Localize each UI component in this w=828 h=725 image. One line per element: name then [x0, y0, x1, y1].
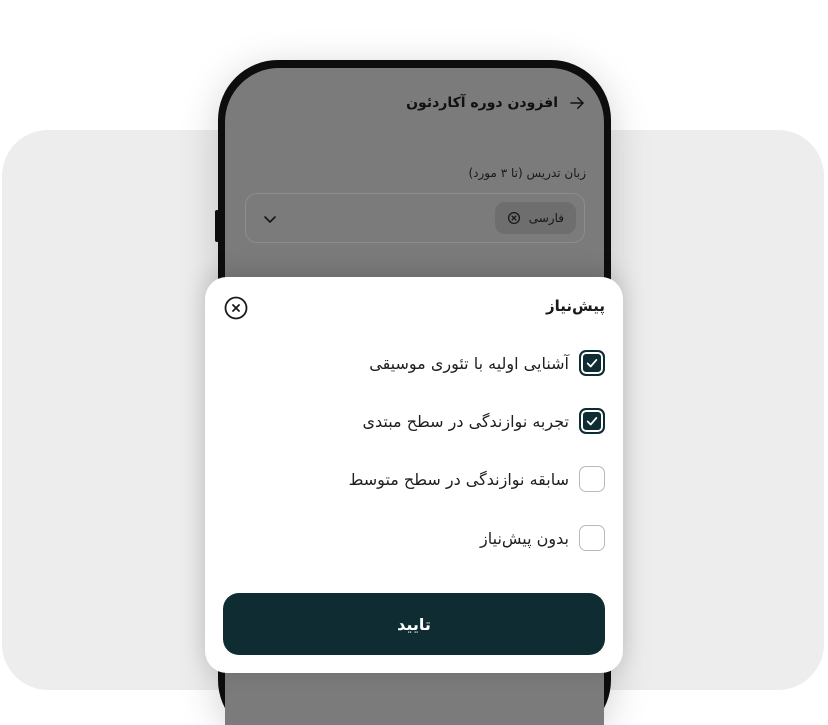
checkbox[interactable]: [579, 466, 605, 492]
stage: افزودن دوره آکاردئون زبان تدریس (تا ۳ مو…: [0, 0, 828, 725]
option-label: بدون پیش‌نیاز: [480, 528, 569, 548]
prerequisite-option[interactable]: سابقه نوازندگی در سطح متوسط: [349, 465, 605, 493]
prerequisite-option[interactable]: تجربه نوازندگی در سطح مبتدی: [362, 407, 605, 435]
sheet-title: پیش‌نیاز: [546, 297, 605, 315]
circle-close-icon: [224, 296, 248, 320]
option-label: سابقه نوازندگی در سطح متوسط: [348, 469, 569, 489]
confirm-button[interactable]: تایید: [223, 593, 605, 655]
check-icon: [586, 359, 598, 368]
language-field-label: زبان تدریس (تا ۳ مورد): [468, 166, 586, 180]
prerequisite-option[interactable]: آشنایی اولیه با تئوری موسیقی: [369, 349, 605, 377]
checkbox[interactable]: [579, 408, 605, 434]
language-chip: فارسی: [494, 202, 576, 234]
option-label: تجربه نوازندگی در سطح مبتدی: [362, 411, 569, 431]
circle-x-icon: [507, 211, 520, 225]
prerequisite-option[interactable]: بدون پیش‌نیاز: [480, 524, 605, 552]
app-header: افزودن دوره آکاردئون: [406, 94, 586, 112]
checkbox[interactable]: [579, 525, 605, 551]
chevron-down-icon[interactable]: [262, 211, 278, 227]
back-button[interactable]: [568, 94, 586, 112]
phone-side-button: [215, 210, 219, 242]
prerequisite-bottom-sheet: پیش‌نیاز آشنایی اولیه با تئوری موسیقی تج…: [205, 277, 623, 673]
page-title: افزودن دوره آکاردئون: [406, 95, 558, 111]
close-button[interactable]: [224, 296, 248, 320]
checkbox[interactable]: [579, 350, 605, 376]
check-icon: [586, 417, 598, 426]
arrow-right-icon: [570, 97, 584, 109]
language-select[interactable]: فارسی: [245, 193, 585, 243]
chip-remove-button[interactable]: [507, 211, 521, 225]
option-label: آشنایی اولیه با تئوری موسیقی: [369, 353, 569, 373]
chip-label: فارسی: [528, 211, 564, 225]
